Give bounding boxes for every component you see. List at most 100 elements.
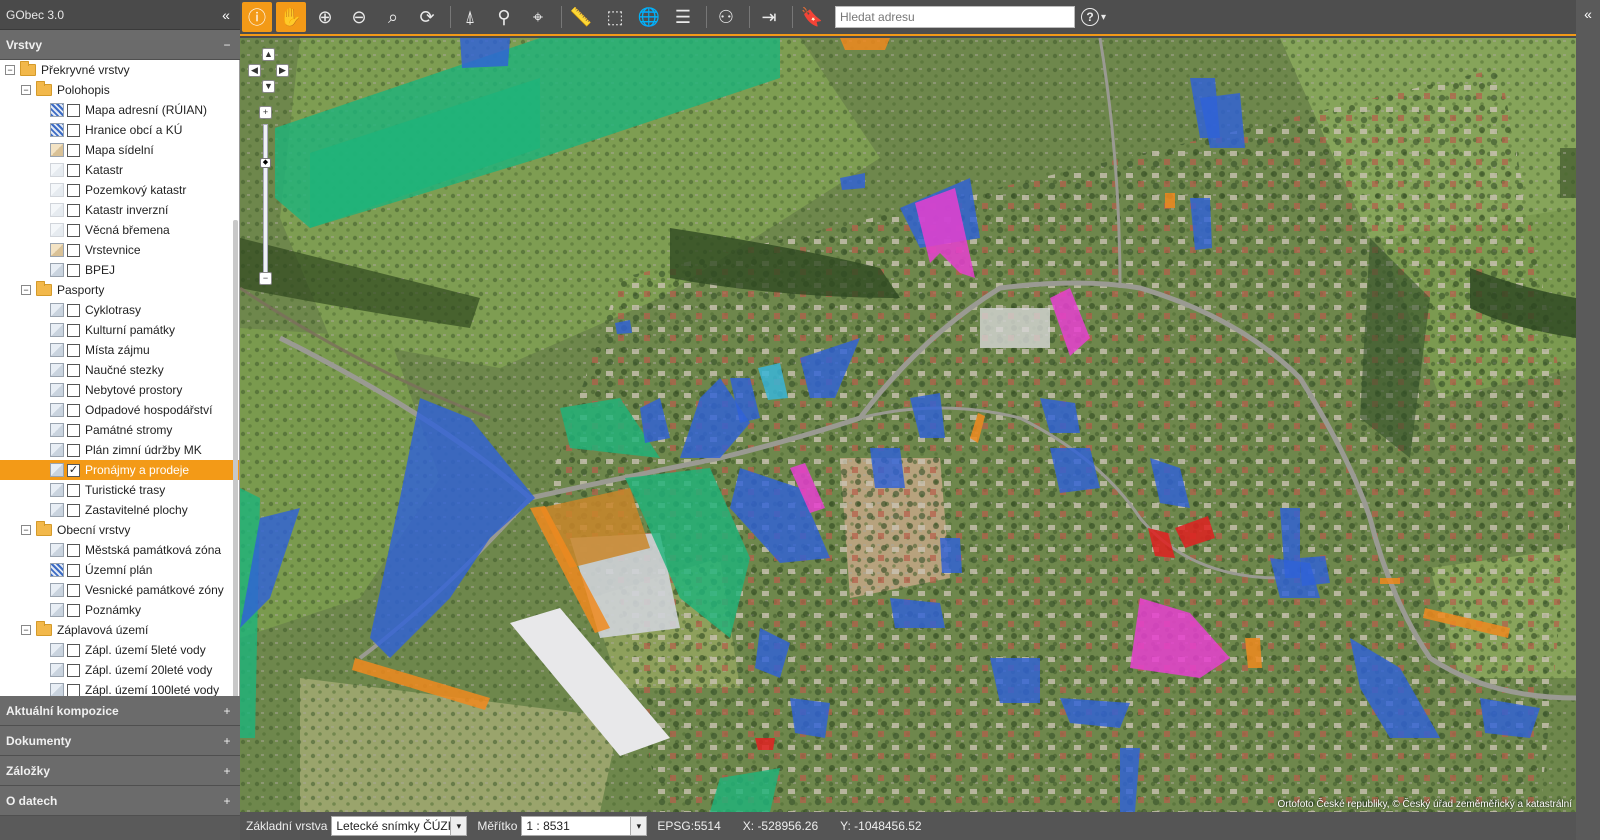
layer-checkbox[interactable] (67, 363, 80, 377)
tree-collapse-icon[interactable]: − (21, 85, 31, 95)
layer-checkbox[interactable] (67, 323, 80, 337)
layer-checkbox[interactable] (67, 203, 80, 217)
layer-checkbox[interactable] (67, 243, 80, 257)
layer-item[interactable]: Zastavitelné plochy (0, 500, 239, 520)
layer-item[interactable]: Naučné stezky (0, 360, 239, 380)
help-button[interactable]: ? ▾ (1081, 2, 1106, 32)
layer-checkbox[interactable] (67, 543, 80, 557)
layer-item[interactable]: Mapa adresní (RÚIAN) (0, 100, 239, 120)
tree-group[interactable]: − Obecní vrstvy (0, 520, 239, 540)
layer-item[interactable]: Památné stromy (0, 420, 239, 440)
right-panel-rail[interactable]: « (1576, 0, 1600, 840)
layer-item[interactable]: Nebytové prostory (0, 380, 239, 400)
layer-checkbox[interactable] (67, 483, 80, 497)
layer-item[interactable]: Pozemkový katastr (0, 180, 239, 200)
layer-item[interactable]: Územní plán (0, 560, 239, 580)
layer-checkbox[interactable] (67, 443, 80, 457)
search-person-button[interactable]: ⚇ (711, 2, 741, 32)
layer-checkbox[interactable] (67, 583, 80, 597)
layer-checkbox[interactable] (67, 343, 80, 357)
locate-pin-button[interactable]: ⍋ (455, 2, 485, 32)
layer-item[interactable]: Katastr inverzní (0, 200, 239, 220)
address-search-input[interactable] (835, 6, 1075, 28)
layer-checkbox[interactable] (67, 503, 80, 517)
tree-scrollbar[interactable] (233, 220, 238, 696)
globe-button[interactable]: 🌐 (634, 2, 664, 32)
tree-group[interactable]: − Záplavová území (0, 620, 239, 640)
panel-about-header[interactable]: O datech + (0, 786, 240, 816)
layer-item[interactable]: Zápl. území 5leté vody (0, 640, 239, 660)
expand-panel-icon[interactable]: + (220, 734, 234, 748)
info-button[interactable]: ⓘ (242, 2, 272, 32)
layer-checkbox[interactable] (67, 423, 80, 437)
tree-group[interactable]: − Pasporty (0, 280, 239, 300)
layer-checkbox[interactable] (67, 183, 80, 197)
layer-item[interactable]: ✓ Pronájmy a prodeje (0, 460, 239, 480)
zoom-out-button[interactable]: − (259, 272, 272, 285)
expand-panel-icon[interactable]: + (220, 794, 234, 808)
panel-composition-header[interactable]: Aktuální kompozice + (0, 696, 240, 726)
zoom-slider-thumb[interactable]: ◆ (260, 158, 271, 168)
layer-item[interactable]: Věcná břemena (0, 220, 239, 240)
document-list-button[interactable]: ☰ (668, 2, 698, 32)
user-locate-button[interactable]: ⚲ (489, 2, 519, 32)
refresh-button[interactable]: ⟳ (412, 2, 442, 32)
zoom-extent-button[interactable]: ⌕ (378, 2, 408, 32)
zoom-in-button[interactable]: ⊕ (310, 2, 340, 32)
collapse-panel-icon[interactable]: − (220, 38, 234, 52)
zoom-slider-track[interactable] (263, 124, 268, 274)
layer-checkbox[interactable] (67, 103, 80, 117)
layer-checkbox[interactable] (67, 263, 80, 277)
zoom-in-button[interactable]: + (259, 106, 272, 119)
layer-checkbox[interactable] (67, 663, 80, 677)
map-canvas[interactable]: ▲ ◀ ▶ ▼ + ◆ − Ortofoto České republiky, … (240, 38, 1576, 812)
measure-ruler-button[interactable]: 📏 (566, 2, 596, 32)
layer-checkbox[interactable] (67, 303, 80, 317)
bookmark-button[interactable]: 🔖 (797, 2, 827, 32)
expand-panel-icon[interactable]: + (220, 704, 234, 718)
panel-layers-header[interactable]: Vrstvy − (0, 30, 240, 60)
pan-right-icon[interactable]: ▶ (276, 64, 289, 77)
layer-item[interactable]: Městská památková zóna (0, 540, 239, 560)
layer-item[interactable]: Poznámky (0, 600, 239, 620)
layer-item[interactable]: Místa zájmu (0, 340, 239, 360)
layer-item[interactable]: BPEJ (0, 260, 239, 280)
tree-group[interactable]: − Polohopis (0, 80, 239, 100)
base-layer-select[interactable]: Letecké snímky ČÚZK ▾ (331, 816, 468, 836)
layer-checkbox[interactable]: ✓ (67, 463, 80, 477)
layer-checkbox[interactable] (67, 603, 80, 617)
scale-select[interactable]: 1 : 8531 ▾ (521, 816, 648, 836)
layer-item[interactable]: Zápl. území 100leté vody (0, 680, 239, 696)
pan-down-icon[interactable]: ▼ (262, 80, 275, 93)
layer-item[interactable]: Hranice obcí a KÚ (0, 120, 239, 140)
measure-area-button[interactable]: ⬚ (600, 2, 630, 32)
collapse-sidebar-icon[interactable]: « (218, 7, 234, 23)
expand-right-panel-icon[interactable]: « (1584, 6, 1592, 840)
tree-collapse-icon[interactable]: − (21, 285, 31, 295)
layer-item[interactable]: Zápl. území 20leté vody (0, 660, 239, 680)
layer-checkbox[interactable] (67, 563, 80, 577)
layer-checkbox[interactable] (67, 163, 80, 177)
layer-item[interactable]: Vesnické památkové zóny (0, 580, 239, 600)
layer-item[interactable]: Turistické trasy (0, 480, 239, 500)
layer-item[interactable]: Mapa sídelní (0, 140, 239, 160)
layer-checkbox[interactable] (67, 123, 80, 137)
tree-root-overlays[interactable]: − Překryvné vrstvy (0, 60, 239, 80)
layer-item[interactable]: Katastr (0, 160, 239, 180)
tree-collapse-icon[interactable]: − (5, 65, 15, 75)
layer-item[interactable]: Plán zimní údržby MK (0, 440, 239, 460)
expand-panel-icon[interactable]: + (220, 764, 234, 778)
layer-checkbox[interactable] (67, 383, 80, 397)
layer-item[interactable]: Odpadové hospodářství (0, 400, 239, 420)
layer-item[interactable]: Vrstevnice (0, 240, 239, 260)
layer-item[interactable]: Cyklotrasy (0, 300, 239, 320)
tree-collapse-icon[interactable]: − (21, 625, 31, 635)
layer-checkbox[interactable] (67, 683, 80, 696)
tree-collapse-icon[interactable]: − (21, 525, 31, 535)
layer-item[interactable]: Kulturní památky (0, 320, 239, 340)
export-button[interactable]: ⇥ (754, 2, 784, 32)
crosshair-button[interactable]: ⌖ (523, 2, 553, 32)
layer-checkbox[interactable] (67, 143, 80, 157)
panel-documents-header[interactable]: Dokumenty + (0, 726, 240, 756)
pan-up-icon[interactable]: ▲ (262, 48, 275, 61)
